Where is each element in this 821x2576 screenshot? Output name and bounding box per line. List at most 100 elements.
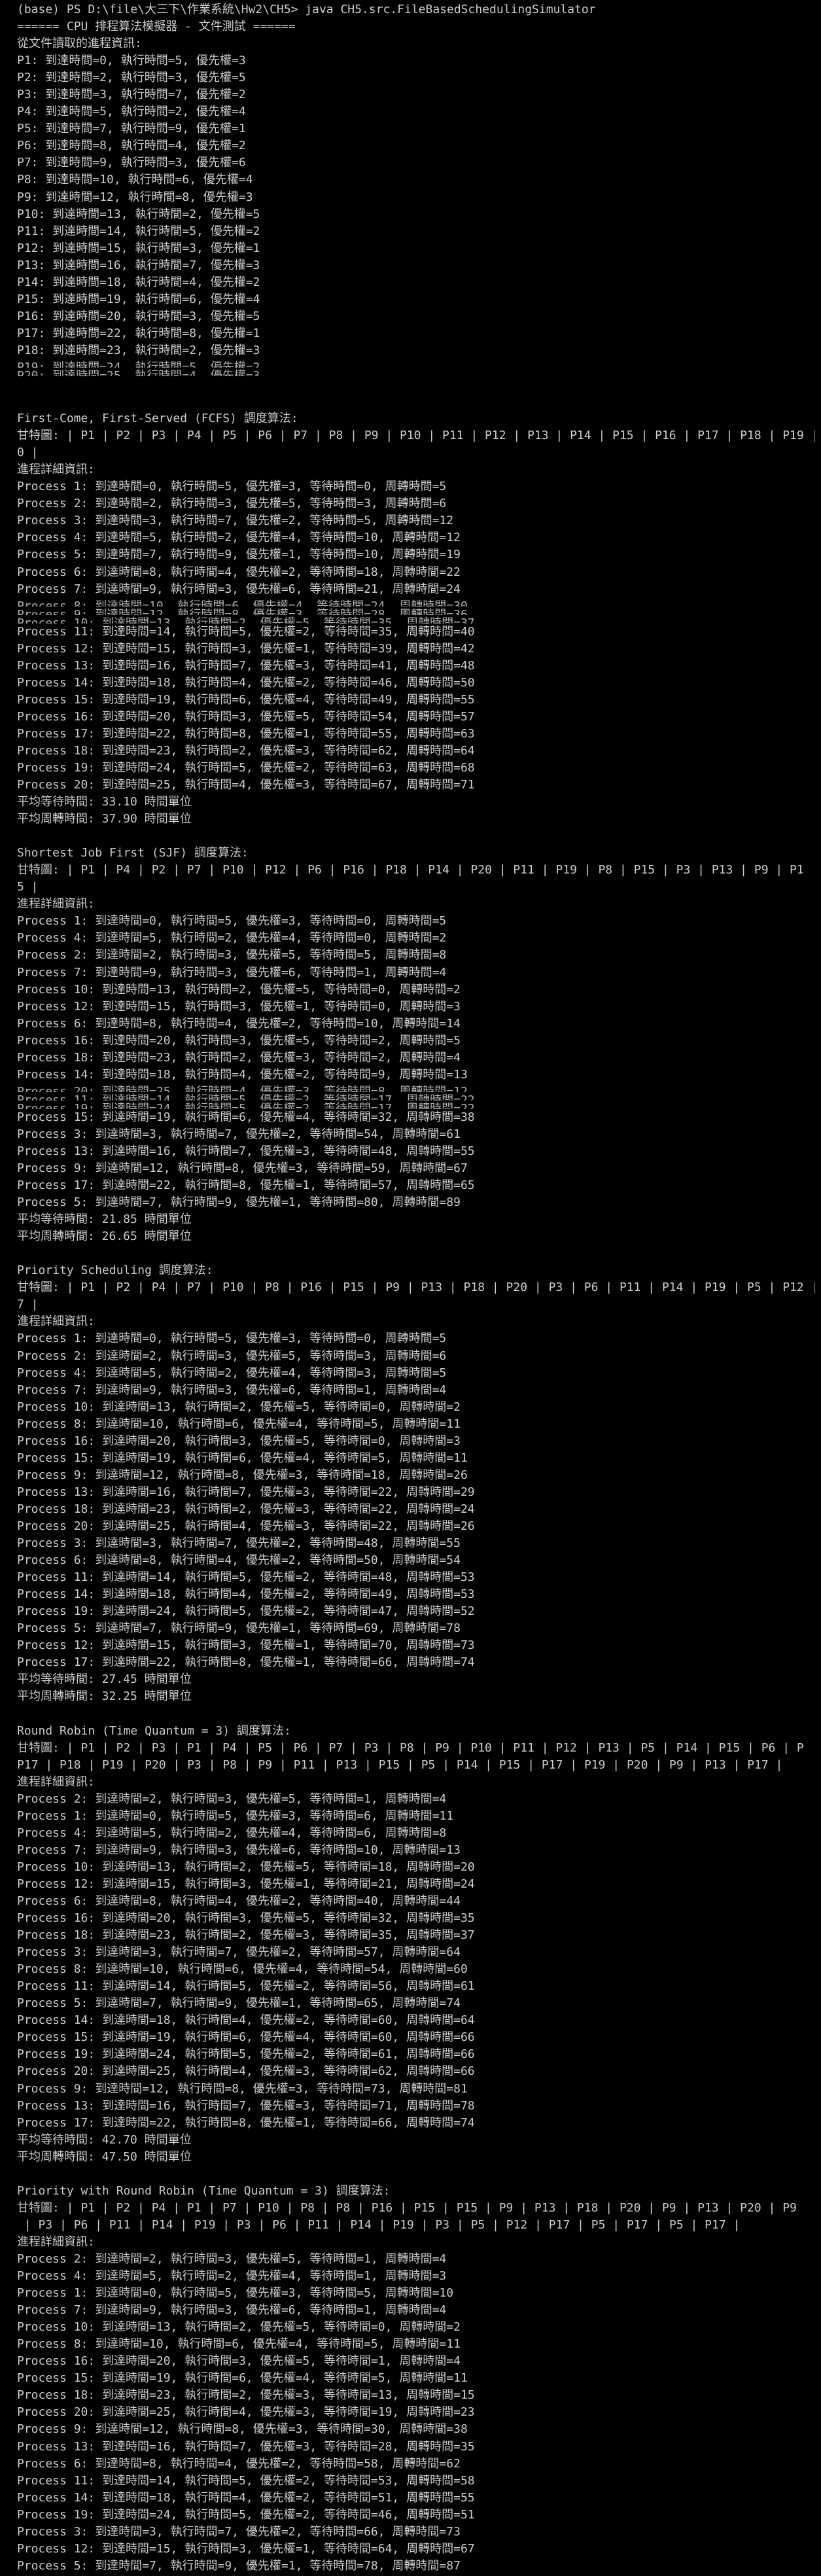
output-line: P2: 到達時間=2, 執行時間=3, 優先權=5 [17,71,246,85]
output-line: Process 9: 到達時間=12, 執行時間=8, 優先權=3, 等待時間=… [17,2081,468,2096]
output-line: P12: 到達時間=15, 執行時間=3, 優先權=1 [17,241,260,255]
output-line: Process 8: 到達時間=10, 執行時間=6, 優先權=4, 等待時間=… [17,2337,461,2352]
output-line: Process 19: 到達時間=24, 執行時間=5, 優先權=2, 等待時間… [17,760,475,775]
output-line: P8: 到達時間=10, 執行時間=6, 優先權=4 [17,173,253,187]
output-line: Process 13: 到達時間=16, 執行時間=7, 優先權=3, 等待時間… [17,2098,475,2113]
output-line: Shortest Job First (SJF) 調度算法: [17,846,249,860]
output-line: Process 20: 到達時間=25, 執行時間=4, 優先權=3, 等待時間… [17,1519,475,1533]
output-line: Process 4: 到達時間=5, 執行時間=2, 優先權=4, 等待時間=6… [17,1826,447,1840]
output-line: 平均周轉時間: 47.50 時間單位 [17,2149,192,2164]
output-line: Process 13: 到達時間=16, 執行時間=7, 優先權=3, 等待時間… [17,658,475,673]
output-line: (base) PS D:\file\大三下\作業系統\Hw2\CH5> java… [17,3,596,16]
output-line: Process 13: 到達時間=16, 執行時間=7, 優先權=3, 等待時間… [17,1485,475,1499]
output-line: P15: 到達時間=19, 執行時間=6, 優先權=4 [17,292,260,306]
overdrawn-output-line: P20: 到達時間=25, 執行時間=4, 優先權=3 [17,368,260,376]
output-line: Process 5: 到達時間=7, 執行時間=9, 優先權=1, 等待時間=7… [17,2558,461,2573]
output-line: Process 7: 到達時間=9, 執行時間=3, 優先權=6, 等待時間=1… [17,2303,447,2318]
output-line: 平均等待時間: 21.85 時間單位 [17,1212,192,1227]
output-line: P17: 到達時間=22, 執行時間=8, 優先權=1 [17,326,260,340]
output-line: Process 16: 到達時間=20, 執行時間=3, 優先權=5, 等待時間… [17,2354,461,2369]
output-line: Process 6: 到達時間=8, 執行時間=4, 優先權=2, 等待時間=1… [17,1016,461,1031]
output-line: 7 | [17,1297,39,1312]
output-line: Process 8: 到達時間=10, 執行時間=6, 優先權=4, 等待時間=… [17,1417,461,1431]
output-line: Process 20: 到達時間=25, 執行時間=4, 優先權=3, 等待時間… [17,778,475,792]
output-line: 甘特圖: | P1 | P2 | P3 | P4 | P5 | P6 | P7 … [17,429,821,443]
output-line: Priority with Round Robin (Time Quantum … [17,2183,391,2198]
output-line: Process 8: 到達時間=10, 執行時間=6, 優先權=4, 等待時間=… [17,1962,468,1977]
output-line: Process 12: 到達時間=15, 執行時間=3, 優先權=1, 等待時間… [17,1877,475,1891]
output-line: Process 12: 到達時間=15, 執行時間=3, 優先權=1, 等待時間… [17,2541,475,2556]
overdrawn-output-line: Process 11: 到達時間=14, 執行時間=5, 優先權=2, 等待時間… [17,1093,475,1101]
output-line: P10: 到達時間=13, 執行時間=2, 優先權=5 [17,207,260,221]
output-line: Process 15: 到達時間=19, 執行時間=6, 優先權=4, 等待時間… [17,2371,468,2386]
output-line: 平均周轉時間: 26.65 時間單位 [17,1229,192,1244]
overdrawn-output-line: Process 8: 到達時間=10, 執行時間=6, 優先權=4, 等待時間=… [17,599,468,607]
output-line: 平均等待時間: 33.10 時間單位 [17,795,192,809]
output-line: Process 10: 到達時間=13, 執行時間=2, 優先權=5, 等待時間… [17,1400,461,1414]
output-line: Process 7: 到達時間=9, 執行時間=3, 優先權=6, 等待時間=1… [17,965,447,979]
output-line: Process 17: 到達時間=22, 執行時間=8, 優先權=1, 等待時間… [17,726,475,741]
output-line: P13: 到達時間=16, 執行時間=7, 優先權=3 [17,258,260,272]
output-line: 0 | [17,446,39,460]
output-line: Process 3: 到達時間=3, 執行時間=7, 優先權=2, 等待時間=5… [17,1127,461,1141]
output-line: 甘特圖: | P1 | P2 | P3 | P1 | P4 | P5 | P6 … [17,1740,804,1755]
output-line: Process 11: 到達時間=14, 執行時間=5, 優先權=2, 等待時間… [17,2473,475,2488]
output-line: 平均等待時間: 27.45 時間單位 [17,1672,192,1687]
output-line: Process 13: 到達時間=16, 執行時間=7, 優先權=3, 等待時間… [17,2439,475,2454]
output-line: Process 15: 到達時間=19, 執行時間=6, 優先權=4, 等待時間… [17,1110,475,1124]
output-line: Process 14: 到達時間=18, 執行時間=4, 優先權=2, 等待時間… [17,1587,475,1602]
output-line: 平均等待時間: 42.70 時間單位 [17,2132,192,2147]
output-line: Process 16: 到達時間=20, 執行時間=3, 優先權=5, 等待時間… [17,1033,461,1048]
output-line: Process 11: 到達時間=14, 執行時間=5, 優先權=2, 等待時間… [17,624,475,639]
output-line: Process 2: 到達時間=2, 執行時間=3, 優先權=5, 等待時間=1… [17,2252,447,2266]
output-line: Process 7: 到達時間=9, 執行時間=3, 優先權=6, 等待時間=1… [17,1843,461,1857]
overdrawn-output-line: Process 20: 到達時間=25, 執行時間=4, 優先權=3, 等待時間… [17,1084,468,1092]
output-line: Process 4: 到達時間=5, 執行時間=2, 優先權=4, 等待時間=1… [17,2269,447,2284]
terminal-window[interactable]: (base) PS D:\file\大三下\作業系統\Hw2\CH5> java… [0,0,821,2576]
output-line: Process 18: 到達時間=23, 執行時間=2, 優先權=3, 等待時間… [17,1928,475,1943]
output-line: Process 3: 到達時間=3, 執行時間=7, 優先權=2, 等待時間=5… [17,514,454,528]
output-line: Process 10: 到達時間=13, 執行時間=2, 優先權=5, 等待時間… [17,1860,475,1874]
output-line: Process 1: 到達時間=0, 執行時間=5, 優先權=3, 等待時間=6… [17,1808,454,1823]
output-line: | P3 | P6 | P11 | P14 | P19 | P3 | P6 | … [17,2217,741,2232]
output-line: Process 12: 到達時間=15, 執行時間=3, 優先權=1, 等待時間… [17,1638,475,1653]
output-line: ====== CPU 排程算法模擬器 - 文件測試 ====== [17,20,296,34]
output-line: Process 11: 到達時間=14, 執行時間=5, 優先權=2, 等待時間… [17,1570,475,1585]
output-line: 平均周轉時間: 32.25 時間單位 [17,1689,192,1704]
output-line: Process 14: 到達時間=18, 執行時間=4, 優先權=2, 等待時間… [17,2013,475,2028]
output-line: Process 19: 到達時間=24, 執行時間=5, 優先權=2, 等待時間… [17,2047,475,2062]
output-line: Process 3: 到達時間=3, 執行時間=7, 優先權=2, 等待時間=6… [17,2524,461,2539]
output-line: 從文件讀取的進程資訊: [17,37,142,51]
overdrawn-output-line: Process 9: 到達時間=12, 執行時間=8, 優先權=3, 等待時間=… [17,607,468,615]
output-line: Process 16: 到達時間=20, 執行時間=3, 優先權=5, 等待時間… [17,709,475,724]
output-line: Process 6: 到達時間=8, 執行時間=4, 優先權=2, 等待時間=1… [17,565,461,579]
overdrawn-output-line: P19: 到達時間=24, 執行時間=5, 優先權=2 [17,360,260,368]
overdrawn-output-line: Process 10: 到達時間=13, 執行時間=2, 優先權=5, 等待時間… [17,616,475,624]
output-line: P3: 到達時間=3, 執行時間=7, 優先權=2 [17,88,246,102]
output-line: Process 2: 到達時間=2, 執行時間=3, 優先權=5, 等待時間=3… [17,497,447,511]
output-line: Process 9: 到達時間=12, 執行時間=8, 優先權=3, 等待時間=… [17,2422,468,2437]
output-line: 甘特圖: | P1 | P2 | P4 | P7 | P10 | P8 | P1… [17,1280,821,1295]
output-line: P16: 到達時間=20, 執行時間=3, 優先權=5 [17,309,260,323]
output-line: Process 17: 到達時間=22, 執行時間=8, 優先權=1, 等待時間… [17,2115,475,2130]
output-line: 甘特圖: | P1 | P2 | P4 | P1 | P7 | P10 | P8… [17,2200,797,2215]
output-line: Process 17: 到達時間=22, 執行時間=8, 優先權=1, 等待時間… [17,1178,475,1193]
output-line: P11: 到達時間=14, 執行時間=5, 優先權=2 [17,224,260,238]
output-line: Process 20: 到達時間=25, 執行時間=4, 優先權=3, 等待時間… [17,2064,475,2079]
output-line: Process 2: 到達時間=2, 執行時間=3, 優先權=5, 等待時間=1… [17,1791,447,1806]
output-line: P18: 到達時間=23, 執行時間=2, 優先權=3 [17,343,260,357]
output-line: Process 10: 到達時間=13, 執行時間=2, 優先權=5, 等待時間… [17,2320,461,2335]
output-line: Process 5: 到達時間=7, 執行時間=9, 優先權=1, 等待時間=6… [17,1621,461,1636]
output-line: 進程詳細資訊: [17,2234,95,2249]
output-line: Round Robin (Time Quantum = 3) 調度算法: [17,1723,291,1738]
output-line: P9: 到達時間=12, 執行時間=8, 優先權=3 [17,190,253,204]
output-line: Process 18: 到達時間=23, 執行時間=2, 優先權=3, 等待時間… [17,2388,475,2403]
output-line: Process 9: 到達時間=12, 執行時間=8, 優先權=3, 等待時間=… [17,1468,468,1482]
terminal-scrollbar[interactable] [814,0,821,2576]
output-line: 平均周轉時間: 37.90 時間單位 [17,812,192,826]
output-line: Process 17: 到達時間=22, 執行時間=8, 優先權=1, 等待時間… [17,1655,475,1670]
output-line: Process 7: 到達時間=9, 執行時間=3, 優先權=6, 等待時間=1… [17,1383,447,1397]
